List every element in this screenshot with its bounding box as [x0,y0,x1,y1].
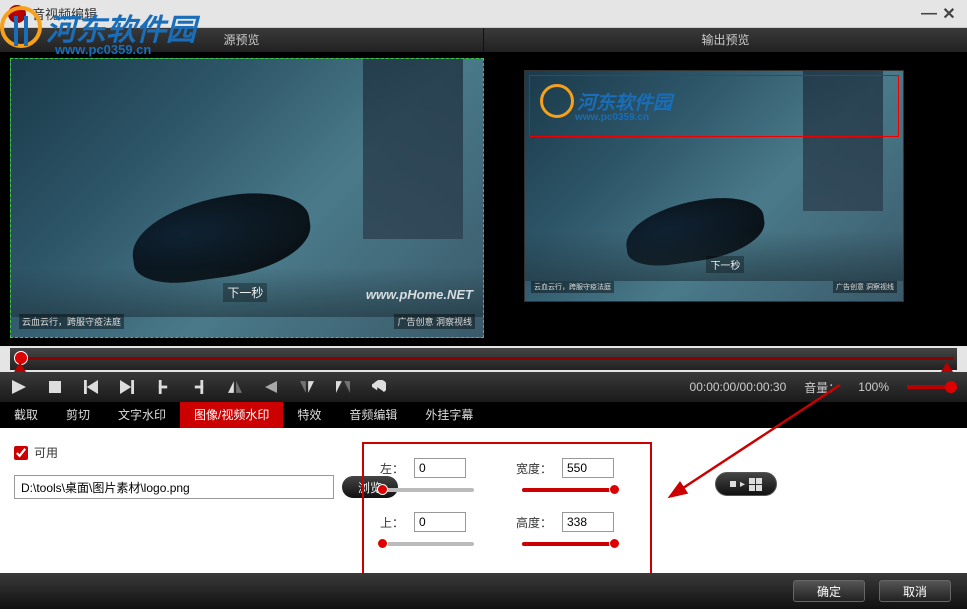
tab-subtitle[interactable]: 外挂字幕 [411,402,487,428]
height-label: 高度： [516,514,552,531]
width-slider[interactable] [522,488,614,492]
aspect-ratio-button[interactable]: ▸ [715,472,777,496]
top-slider[interactable] [382,542,474,546]
left-slider[interactable] [382,488,474,492]
timeline[interactable] [10,348,957,370]
tab-clip[interactable]: 截取 [0,402,52,428]
volume-slider[interactable] [907,385,957,389]
enable-checkbox[interactable] [14,446,28,460]
footer: 确定 取消 [0,573,967,609]
close-button[interactable]: ✕ [939,4,959,24]
source-preview[interactable]: 下一秒 云血云行，跨服守疫法庭 广告创意 洞察视线 www.pHome.NET [10,58,484,338]
source-preview-label: 源预览 [0,28,484,52]
volume-label: 音量： [804,379,840,396]
window-title: 音视频编辑 [32,4,919,23]
width-input[interactable] [562,458,614,478]
overlay-watermark-url: www.pc0359.cn [575,112,649,123]
tab-effects[interactable]: 特效 [283,402,335,428]
next-label: 下一秒 [223,283,267,302]
rotate-left-button[interactable] [262,378,280,396]
height-input[interactable] [562,512,614,532]
file-path-input[interactable] [14,475,334,499]
overlay-watermark-text: 河东软件园 [577,88,672,115]
width-label: 宽度： [516,460,552,477]
corner-bl-out: 云血云行，跨服守疫法庭 [531,281,614,293]
next-frame-button[interactable] [118,378,136,396]
preview-header: 源预览 输出预览 [0,28,967,52]
top-input[interactable] [414,512,466,532]
height-slider[interactable] [522,542,614,546]
cancel-button[interactable]: 取消 [879,580,951,602]
tabbar: 截取 剪切 文字水印 图像/视频水印 特效 音频编辑 外挂字幕 [0,402,967,428]
ok-button[interactable]: 确定 [793,580,865,602]
corner-br: 广告创意 洞察视线 [394,314,475,329]
phome-watermark: www.pHome.NET [366,287,473,302]
app-icon [8,5,26,23]
timeline-in-marker[interactable] [14,362,26,372]
watermark-overlay-box[interactable]: 河东软件园 www.pc0359.cn [529,75,899,137]
corner-br-out: 广告创意 洞察视线 [833,281,897,293]
output-preview-label: 输出预览 [484,28,967,52]
undo-button[interactable] [370,378,388,396]
left-input[interactable] [414,458,466,478]
time-display: 00:00:00/00:00:30 [690,380,787,394]
tab-text-watermark[interactable]: 文字水印 [104,402,180,428]
tab-crop[interactable]: 剪切 [52,402,104,428]
prev-frame-button[interactable] [82,378,100,396]
params-highlight-box: 左： 宽度： 上： 高度： [362,442,652,592]
top-label: 上： [376,514,404,531]
stop-button[interactable] [46,378,64,396]
mark-out-button[interactable] [190,378,208,396]
enable-label: 可用 [34,444,58,461]
flip-h-button[interactable] [226,378,244,396]
volume-value: 100% [858,380,889,394]
output-preview[interactable]: 河东软件园 www.pc0359.cn 下一秒 云血云行，跨服守疫法庭 广告创意… [524,70,904,302]
play-button[interactable] [10,378,28,396]
timeline-out-marker[interactable] [941,362,953,372]
minimize-button[interactable]: — [919,5,939,23]
titlebar: 音视频编辑 — ✕ [0,0,967,28]
mark-in-button[interactable] [154,378,172,396]
player-toolbar: 00:00:00/00:00:30 音量： 100% [0,372,967,402]
tab-image-watermark[interactable]: 图像/视频水印 [180,402,283,428]
left-label: 左： [376,460,404,477]
tab-audio-edit[interactable]: 音频编辑 [335,402,411,428]
flip-v-button[interactable] [298,378,316,396]
rotate-right-button[interactable] [334,378,352,396]
corner-bl: 云血云行，跨服守疫法庭 [19,314,124,329]
preview-area: 下一秒 云血云行，跨服守疫法庭 广告创意 洞察视线 www.pHome.NET … [0,52,967,346]
next-label-out: 下一秒 [706,256,744,273]
